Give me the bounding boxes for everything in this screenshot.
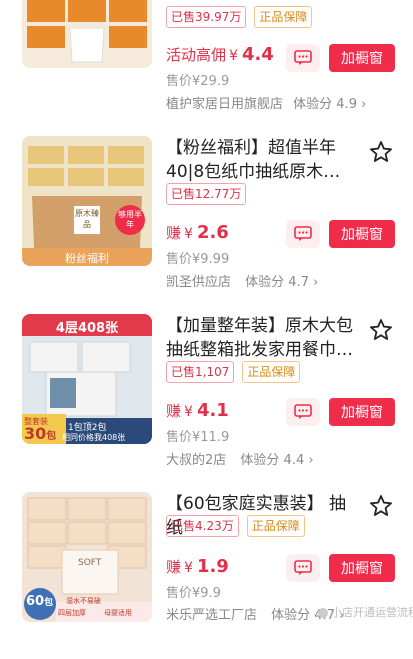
thumb-brand-text: SOFT <box>78 558 102 568</box>
product-title[interactable]: 【粉丝福利】超值半年40|8包纸巾抽纸原木抽纸家用... <box>166 136 356 184</box>
price-prefix: 赚 <box>166 558 182 576</box>
commission-price: 赚 ¥ 2.6 <box>166 222 229 243</box>
shop-name[interactable]: 大叔的2店 <box>166 453 226 468</box>
chat-button[interactable] <box>286 44 320 72</box>
guarantee-badge: 正品保障 <box>254 6 313 28</box>
tissue-box-image <box>22 136 152 266</box>
product-item-2[interactable]: 原木臻品 够用半年 粉丝福利 【粉丝福利】超值半年40|8包纸巾抽纸原木抽纸家用… <box>0 128 413 303</box>
shop-info[interactable]: 凯圣供应店 体验分 4.7 › <box>166 271 318 290</box>
star-icon[interactable] <box>369 140 393 164</box>
product-thumbnail[interactable]: 原木臻品 够用半年 粉丝福利 <box>22 136 152 266</box>
thumb-30-text: 30包 <box>24 424 56 443</box>
product-title[interactable]: 【加量整年装】原木大包抽纸整箱批发家用餐巾纸妇... <box>166 314 356 362</box>
watermark-icon <box>318 608 328 618</box>
chat-icon <box>294 560 312 575</box>
thumb-fans-label: 粉丝福利 <box>65 252 109 265</box>
add-to-showcase-button[interactable]: 加橱窗 <box>329 554 395 582</box>
shop-name[interactable]: 植护家居日用旗舰店 <box>166 97 283 112</box>
commission-value: 2.6 <box>196 222 229 243</box>
add-to-showcase-button[interactable]: 加橱窗 <box>329 220 395 248</box>
chat-button[interactable] <box>286 554 320 582</box>
guarantee-badge: 正品保障 <box>246 515 305 537</box>
shop-info[interactable]: 大叔的2店 体验分 4.4 › <box>166 449 314 468</box>
watermark: 小店开通运营流程 <box>318 604 413 620</box>
thumb-layers-text: 4层408张 <box>55 321 119 336</box>
sold-badge: 已售1,107 <box>166 361 235 383</box>
commission-value: 1.9 <box>196 556 229 577</box>
chevron-right-icon: › <box>361 97 367 112</box>
chat-button[interactable] <box>286 220 320 248</box>
yen-sign: ¥ <box>184 404 193 420</box>
add-to-showcase-button[interactable]: 加橱窗 <box>329 44 395 72</box>
thumb-brand-text: 原木臻品 <box>75 209 99 229</box>
add-to-showcase-button[interactable]: 加橱窗 <box>329 398 395 426</box>
product-item-4[interactable]: SOFT 60包 湿水不易破 四层加厚 母婴适用 【60包家庭实惠装】 抽纸 已… <box>0 484 413 659</box>
chat-button[interactable] <box>286 398 320 426</box>
sold-badge: 已售12.77万 <box>166 183 247 205</box>
guarantee-badge: 正品保障 <box>242 361 301 383</box>
commission-price: 赚 ¥ 4.1 <box>166 400 229 421</box>
commission-price: 赚 ¥ 1.9 <box>166 556 229 577</box>
price-prefix: 活动高佣 <box>166 46 227 64</box>
chevron-right-icon: › <box>313 275 319 290</box>
tissue-box-image <box>22 0 152 68</box>
shop-name[interactable]: 米乐严选工厂店 <box>166 608 257 623</box>
chat-icon <box>294 50 312 65</box>
product-item-3[interactable]: 4层408张 整套装 30包 1包顶2包 相同价格我408张 【加量整年装】原木… <box>0 306 413 481</box>
experience-score: 体验分 4.7 <box>245 275 309 290</box>
chat-icon <box>294 226 312 241</box>
experience-score: 体验分 4.4 <box>240 453 305 468</box>
shop-name[interactable]: 凯圣供应店 <box>166 275 231 290</box>
watermark-text: 小店开通运营流程 <box>331 606 413 619</box>
thumb-half-year-tag: 够用半年 <box>118 210 142 229</box>
thumb-60-text: 60包 <box>26 594 53 609</box>
thumb-30-number: 30 <box>24 424 47 443</box>
product-thumbnail[interactable] <box>22 0 152 68</box>
commission-price: 活动高佣 ¥ 4.4 <box>166 44 274 65</box>
sale-price: 售价¥11.9 <box>166 430 230 445</box>
chevron-right-icon: › <box>308 453 314 468</box>
thumb-note-1: 湿水不易破 <box>66 597 101 605</box>
star-icon[interactable] <box>369 318 393 342</box>
yen-sign: ¥ <box>229 48 238 64</box>
commission-value: 4.4 <box>241 44 274 65</box>
sold-badge: 已售39.97万 <box>166 6 247 28</box>
price-prefix: 赚 <box>166 224 182 242</box>
sale-price: 售价¥9.99 <box>166 252 230 267</box>
sale-price: 售价¥29.9 <box>166 74 230 89</box>
star-icon[interactable] <box>369 494 393 518</box>
thumb-note-3: 母婴适用 <box>104 609 132 617</box>
yen-sign: ¥ <box>184 226 193 242</box>
thumb-note-2: 四层加厚 <box>58 609 86 617</box>
product-thumbnail[interactable]: 4层408张 整套装 30包 1包顶2包 相同价格我408张 <box>22 314 152 444</box>
thumb-60-number: 60 <box>26 594 45 609</box>
product-item-1[interactable]: 已售39.97万 正品保障 活动高佣 ¥ 4.4 售价¥29.9 植护家居日用旗… <box>0 0 413 113</box>
commission-value: 4.1 <box>196 400 229 421</box>
thumb-bag-unit: 包 <box>46 431 57 442</box>
experience-score: 体验分 4.9 <box>293 97 357 112</box>
thumb-compare-text: 相同价格我408张 <box>62 433 126 442</box>
sale-price: 售价¥9.9 <box>166 586 221 601</box>
thumb-bag-unit: 包 <box>44 598 54 608</box>
shop-info[interactable]: 植护家居日用旗舰店 体验分 4.9 › <box>166 93 366 112</box>
product-thumbnail[interactable]: SOFT 60包 湿水不易破 四层加厚 母婴适用 <box>22 492 152 622</box>
price-prefix: 赚 <box>166 402 182 420</box>
sold-badge: 已售4.23万 <box>166 515 239 537</box>
yen-sign: ¥ <box>184 560 193 576</box>
chat-icon <box>294 404 312 419</box>
